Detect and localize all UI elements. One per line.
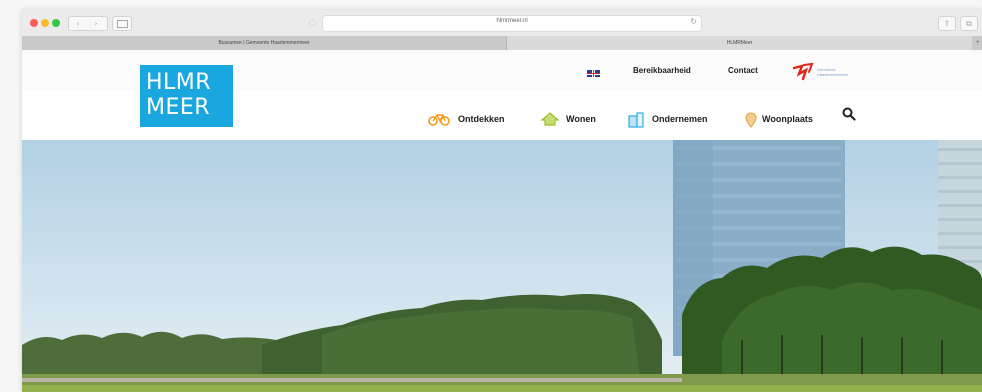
share-icon[interactable]: ⇪ [938, 16, 956, 31]
sidebar-icon[interactable] [112, 16, 132, 31]
nav-ondernemen-label: Ondernemen [652, 114, 708, 124]
house-icon [540, 112, 560, 126]
privacy-icon[interactable]: ◌ [309, 18, 316, 27]
reload-icon[interactable]: ↻ [690, 17, 697, 26]
municipality-caption: Gemeente Haarlemmermeer [817, 67, 849, 77]
forward-icon[interactable]: › [87, 17, 105, 30]
accessibility-link[interactable]: Bereikbaarheid [633, 66, 691, 75]
close-window-button[interactable] [30, 19, 38, 27]
url-text: hlmrmeer.nl [496, 18, 528, 24]
minimize-window-button[interactable] [41, 19, 49, 27]
hero-image [22, 140, 982, 392]
browser-toolbar: ‹ › ◌ hlmrmeer.nl ↻ ⇪ ⧉ [22, 10, 982, 36]
contact-link[interactable]: Contact [728, 66, 758, 75]
tab-bar: Bussumse | Gemeente Haarlemmermeer HLMRM… [22, 36, 982, 50]
tab-gemeente[interactable]: Bussumse | Gemeente Haarlemmermeer [22, 36, 507, 50]
municipality-logo[interactable]: Gemeente Haarlemmermeer [792, 62, 856, 82]
logo-line-2: MEER [146, 95, 211, 120]
hlmrmeer-logo[interactable]: HLMR MEER [140, 65, 233, 127]
search-icon[interactable] [842, 107, 856, 121]
zoom-window-button[interactable] [52, 19, 60, 27]
building-icon [628, 112, 644, 128]
browser-window: ‹ › ◌ hlmrmeer.nl ↻ ⇪ ⧉ Bussumse | Gemeen… [22, 10, 982, 392]
nav-woonplaats-label: Woonplaats [762, 114, 813, 124]
bicycle-icon [428, 114, 450, 126]
municipality-emblem-icon [792, 62, 814, 81]
web-page: Bereikbaarheid Contact Gemeente Haarlemm… [22, 50, 982, 392]
landscape-photo [22, 140, 982, 392]
history-buttons: ‹ › [68, 16, 108, 31]
pin-icon [745, 112, 757, 128]
nav-wonen-label: Wonen [566, 114, 596, 124]
address-bar[interactable]: hlmrmeer.nl ↻ [322, 15, 702, 32]
tabs-overview-icon[interactable]: ⧉ [960, 16, 978, 31]
english-flag-icon[interactable] [587, 70, 600, 77]
nav-ontdekken-label: Ontdekken [458, 114, 505, 124]
new-tab-button[interactable]: + [973, 36, 982, 50]
logo-line-1: HLMR [146, 70, 212, 95]
back-icon[interactable]: ‹ [69, 17, 87, 30]
tab-hlmrmeer[interactable]: HLMRMeer [507, 36, 972, 50]
